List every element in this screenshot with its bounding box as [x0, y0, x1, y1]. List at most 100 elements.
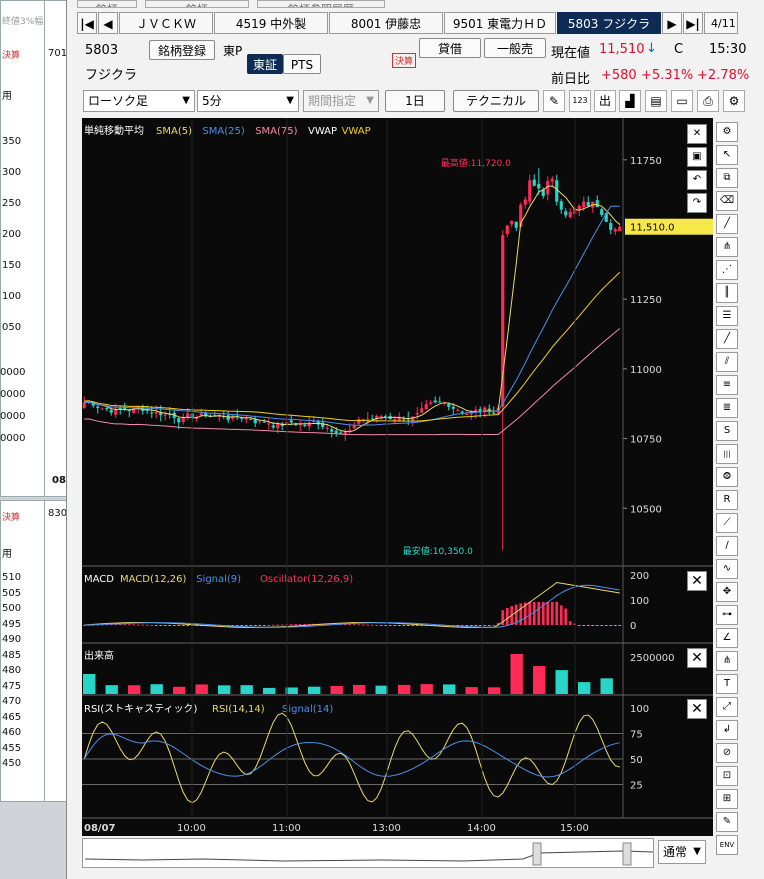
copy-icon[interactable]: ⧉ — [716, 168, 738, 188]
bg-tick: 150 — [2, 260, 22, 271]
partial-top-item[interactable]: 銘柄 — [77, 0, 137, 8]
fork-icon[interactable]: ⋔ — [716, 237, 738, 257]
navigator-scrollbar[interactable] — [82, 838, 654, 868]
text-icon[interactable]: T — [716, 674, 738, 694]
interval-select[interactable]: 5分 ▼ — [197, 90, 299, 112]
span-button[interactable]: 1日 — [385, 90, 445, 112]
lend-button[interactable]: 貸借 — [419, 38, 481, 58]
first-tab-button[interactable]: |◀ — [77, 12, 97, 34]
folder-icon[interactable]: ▭ — [671, 90, 693, 112]
settings-icon[interactable]: ⚙ — [716, 122, 738, 142]
bg-tick: 450 — [2, 758, 22, 769]
general-sell-button[interactable]: 一般売 — [484, 38, 546, 58]
box-icon[interactable]: ⊡ — [716, 766, 738, 786]
candle-body — [550, 178, 554, 182]
oscillator-bar — [141, 624, 145, 626]
candle-body — [424, 404, 428, 410]
tab-jvckw[interactable]: ＪＶＣＫＷ — [119, 12, 213, 34]
pitchfork-icon[interactable]: ⋔ — [716, 651, 738, 671]
wave-icon[interactable]: ∿ — [716, 559, 738, 579]
expand-icon[interactable]: ⤢ — [716, 697, 738, 717]
return-icon[interactable]: ↲ — [716, 720, 738, 740]
candle-body — [96, 406, 100, 409]
interval-value: 5分 — [202, 94, 222, 108]
exchange-tse-button[interactable]: 東証 — [247, 54, 283, 74]
fib-ext-icon[interactable]: ≣ — [716, 398, 738, 418]
oscillator-bar — [375, 624, 379, 626]
trendline-icon[interactable]: ╱ — [716, 214, 738, 234]
diagonal-icon[interactable]: ∕ — [716, 536, 738, 556]
pen-icon[interactable]: ✎ — [716, 812, 738, 832]
tab-4519[interactable]: 4519 中外製 — [214, 12, 328, 34]
candle-body — [532, 179, 536, 186]
line-icon[interactable]: ╱ — [716, 329, 738, 349]
oscillator-bar — [298, 624, 302, 626]
chevron-down-icon: ▼ — [693, 846, 701, 857]
x-axis-label: 11:00 — [272, 823, 301, 834]
candle-body — [199, 413, 203, 416]
oscillator-bar — [154, 625, 158, 626]
bg-tick: 500 — [2, 603, 22, 614]
connector-icon[interactable]: ⊶ — [716, 605, 738, 625]
prev-tab-button[interactable]: ◀ — [98, 12, 118, 34]
candle-body — [510, 220, 514, 225]
candle-body — [609, 223, 613, 230]
technical-button[interactable]: テクニカル — [453, 90, 539, 112]
volume-icon[interactable]: 出 — [594, 90, 616, 112]
chevron-down-icon: ▼ — [366, 95, 374, 106]
horizontal-lines-icon[interactable]: ☰ — [716, 306, 738, 326]
tab-5803[interactable]: 5803 フジクラ — [557, 12, 661, 34]
vertical-lines-icon[interactable]: ║ — [716, 283, 738, 303]
price-label: 現在値 — [551, 46, 591, 61]
mode-select[interactable]: 通常 ▼ — [658, 840, 706, 864]
envelope-icon[interactable]: ENV — [716, 835, 738, 855]
change-value: +580 — [601, 68, 637, 83]
y-tick-label: 10750 — [630, 435, 662, 446]
number-icon[interactable]: 123 — [569, 90, 591, 112]
parallel-icon[interactable]: ⫽ — [716, 352, 738, 372]
fan-icon[interactable]: ⋰ — [716, 260, 738, 280]
pencil-icon[interactable]: ✎ — [543, 90, 565, 112]
angle-icon[interactable]: ∠ — [716, 628, 738, 648]
save-icon[interactable]: ▤ — [645, 90, 667, 112]
collapse-icon[interactable]: ✕ — [687, 124, 707, 144]
oscillator-bar — [537, 602, 541, 625]
oscillator-bar — [397, 625, 401, 626]
r-line-icon[interactable]: R — [716, 490, 738, 510]
pointer-icon[interactable]: ↖ — [716, 145, 738, 165]
tab-9501[interactable]: 9501 東電力ＨＤ — [444, 12, 556, 34]
oscillator-bar — [532, 602, 536, 625]
cross-arrow-icon[interactable]: ✥ — [716, 582, 738, 602]
register-stock-button[interactable]: 銘柄登録 — [149, 40, 215, 60]
partial-top-item[interactable]: 銘柄参照履歴 — [257, 0, 385, 8]
s-curve-icon[interactable]: S — [716, 421, 738, 441]
legend-item: SMA(25) — [202, 126, 244, 137]
candle-body — [361, 419, 365, 421]
next-tab-button[interactable]: ▶ — [662, 12, 682, 34]
fib-icon[interactable]: ≡ — [716, 375, 738, 395]
oscillator-bar — [609, 625, 613, 626]
close-volume-icon[interactable]: ✕ — [687, 648, 707, 668]
arc-icon[interactable]: ⟋ — [716, 513, 738, 533]
print-icon[interactable]: ⎙ — [697, 90, 719, 112]
circle-icon[interactable]: ⊘ — [716, 743, 738, 763]
cross-icon[interactable]: ⨷ — [716, 467, 738, 487]
tab-8001[interactable]: 8001 伊藤忠 — [329, 12, 443, 34]
chart-type-select[interactable]: ローソク足 ▼ — [83, 90, 195, 112]
oscillator-bar — [586, 625, 590, 626]
lock-icon[interactable]: ▣ — [687, 147, 707, 167]
period-select[interactable]: 期間指定 ▼ — [303, 90, 379, 112]
redo-icon[interactable]: ↷ — [687, 193, 707, 213]
gear-icon[interactable]: ⚙ — [723, 90, 745, 112]
partial-top-item[interactable]: 銘柄 — [145, 0, 249, 8]
grid-box-icon[interactable]: ⊞ — [716, 789, 738, 809]
exchange-pts-button[interactable]: PTS — [283, 54, 321, 74]
oscillator-bar — [411, 625, 415, 626]
undo-icon[interactable]: ↶ — [687, 170, 707, 190]
eraser-icon[interactable]: ⌫ — [716, 191, 738, 211]
close-macd-icon[interactable]: ✕ — [687, 571, 707, 591]
close-rsi-icon[interactable]: ✕ — [687, 699, 707, 719]
area-chart-icon[interactable]: ▟ — [619, 90, 641, 112]
grid-icon[interactable]: ||| — [716, 444, 738, 464]
last-tab-button[interactable]: ▶| — [683, 12, 703, 34]
